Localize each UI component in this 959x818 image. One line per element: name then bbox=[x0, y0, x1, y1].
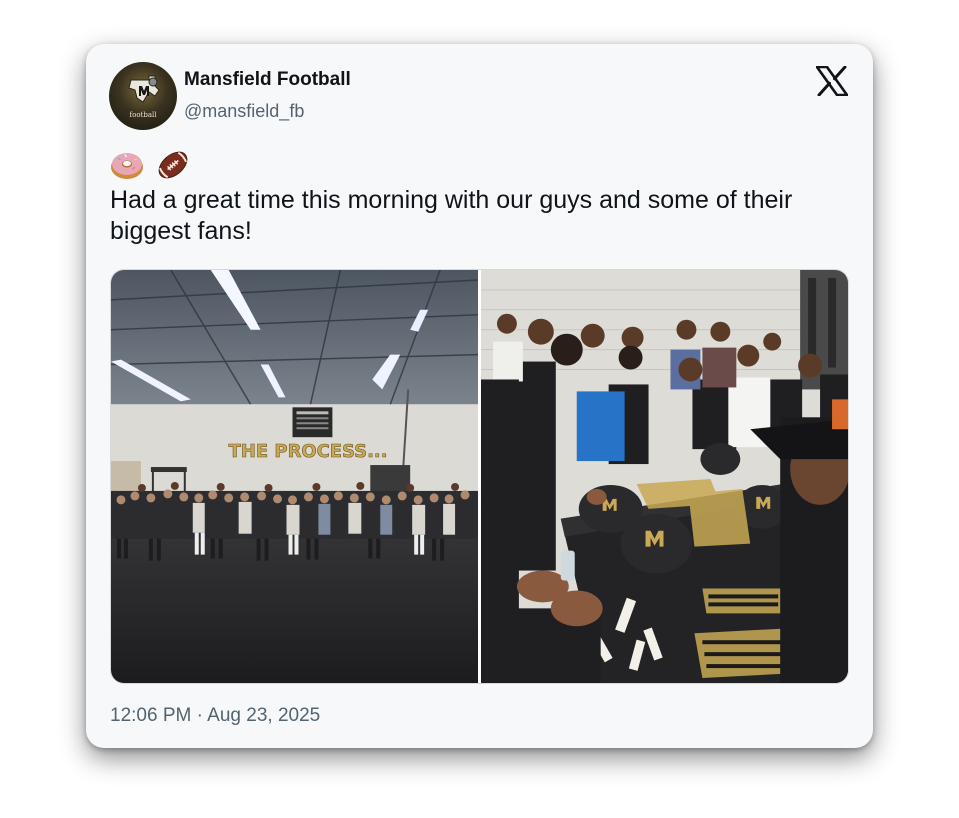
helmet-decal-photo[interactable] bbox=[481, 270, 848, 683]
avatar-logo-text: football bbox=[130, 111, 158, 119]
tweet-card[interactable]: football Mansfield Football @mansfield_f… bbox=[86, 44, 873, 748]
tweet-text: Had a great time this morning with our g… bbox=[110, 186, 793, 245]
account-name[interactable]: Mansfield Football bbox=[184, 69, 351, 91]
banner-text: THE PROCESS... bbox=[229, 441, 388, 462]
mansfield-logo-icon: football bbox=[128, 75, 160, 119]
x-logo-icon[interactable] bbox=[815, 65, 849, 97]
emoji-row bbox=[110, 148, 190, 182]
team-group-photo[interactable]: THE PROCESS... bbox=[111, 270, 478, 683]
american-football-icon bbox=[158, 151, 188, 179]
media-grid: THE PROCESS... bbox=[110, 269, 849, 684]
account-handle[interactable]: @mansfield_fb bbox=[184, 101, 304, 122]
tweet-timestamp[interactable]: 12:06 PM · Aug 23, 2025 bbox=[110, 705, 320, 727]
doughnut-icon bbox=[111, 153, 143, 179]
avatar[interactable]: football bbox=[109, 62, 177, 130]
